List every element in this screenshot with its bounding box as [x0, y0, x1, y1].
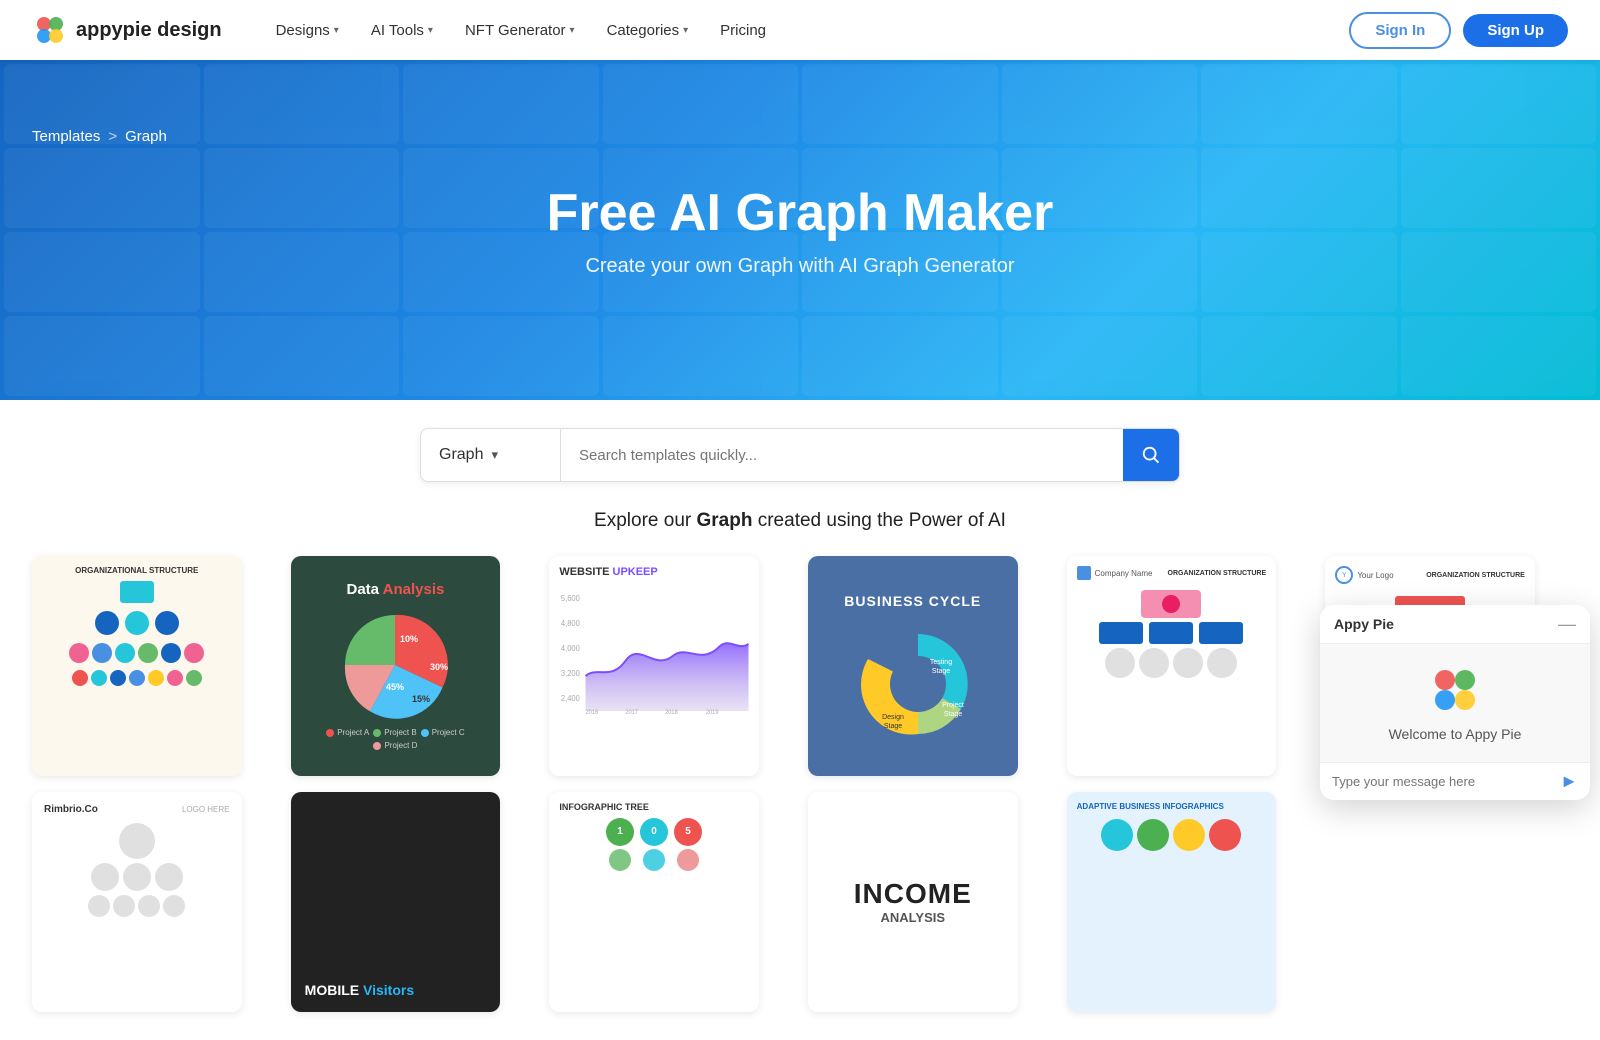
template-title: ORGANIZATIONAL STRUCTURE: [75, 566, 198, 575]
svg-text:2019: 2019: [706, 710, 719, 716]
pie-chart: 30% 15% 10% 45%: [340, 610, 450, 720]
breadcrumb-current: Graph: [125, 128, 167, 145]
hero-content: Free AI Graph Maker Create your own Grap…: [527, 163, 1074, 298]
chat-header: Appy Pie —: [1320, 605, 1590, 644]
template-card-rimbrio[interactable]: Rimbrio.Co LOGO HERE: [32, 792, 242, 1012]
signup-button[interactable]: Sign Up: [1463, 14, 1568, 47]
chat-title: Appy Pie: [1334, 616, 1394, 632]
svg-text:2,400: 2,400: [561, 694, 581, 703]
template-card-data-analysis[interactable]: Data Analysis 30% 15% 10% 45% Project A …: [291, 556, 501, 776]
chevron-down-icon: ▾: [428, 25, 433, 36]
svg-text:Stage: Stage: [932, 668, 950, 675]
hero-title: Free AI Graph Maker: [547, 183, 1054, 243]
chat-close-button[interactable]: —: [1558, 615, 1576, 633]
logo-icon: [32, 12, 68, 48]
pie-legend: Project A Project B Project C Project D: [305, 728, 487, 750]
nav-links: Designs ▾ AI Tools ▾ NFT Generator ▾ Cat…: [262, 14, 1350, 47]
svg-text:Stage: Stage: [944, 711, 962, 718]
template-card-adaptive-business[interactable]: ADAPTIVE BUSINESS INFOGRAPHICS: [1067, 792, 1277, 1012]
donut-chart: Testing Stage Project Stage Design Stage: [853, 619, 973, 739]
template-card-website-upkeep[interactable]: WEBSITE UPKEEP 5,600 4,800 4,000 3,200 2…: [549, 556, 759, 776]
search-icon: [1140, 444, 1162, 466]
nav-nft-generator[interactable]: NFT Generator ▾: [451, 14, 589, 47]
hero-section: Templates > Graph Free AI Graph Maker Cr…: [0, 60, 1600, 400]
chevron-down-icon: ▾: [334, 25, 339, 36]
search-bar: Graph ▾: [420, 428, 1180, 482]
nav-designs[interactable]: Designs ▾: [262, 14, 353, 47]
svg-text:Design: Design: [882, 714, 904, 721]
chat-input[interactable]: [1332, 774, 1552, 789]
svg-text:Testing: Testing: [930, 659, 952, 666]
nav-categories[interactable]: Categories ▾: [593, 14, 703, 47]
template-card-infographic-tree[interactable]: INFOGRAPHIC TREE 1 0 5: [549, 792, 759, 1012]
search-section: Graph ▾: [0, 400, 1600, 494]
explore-title: Explore our Graph created using the Powe…: [32, 510, 1568, 532]
chevron-down-icon: ▾: [570, 25, 575, 36]
logo-text: appypie design: [76, 19, 222, 42]
svg-text:2016: 2016: [586, 710, 599, 716]
chat-send-button[interactable]: ►: [1560, 771, 1578, 792]
template-card-org-structure-2[interactable]: Company Name ORGANIZATION STRUCTURE: [1067, 556, 1277, 776]
navbar: appypie design Designs ▾ AI Tools ▾ NFT …: [0, 0, 1600, 60]
logo[interactable]: appypie design: [32, 12, 222, 48]
send-icon: ►: [1560, 771, 1578, 791]
template-title: WEBSITE UPKEEP: [559, 566, 749, 578]
chevron-down-icon: ▾: [491, 447, 498, 463]
breadcrumb-templates[interactable]: Templates: [32, 128, 100, 145]
nav-actions: Sign In Sign Up: [1349, 12, 1568, 49]
svg-text:Stage: Stage: [884, 723, 902, 730]
svg-text:4,800: 4,800: [561, 619, 581, 628]
chat-logo: [1429, 664, 1481, 716]
svg-text:15%: 15%: [412, 694, 430, 704]
search-type-dropdown[interactable]: Graph ▾: [421, 429, 561, 481]
svg-text:45%: 45%: [386, 682, 404, 692]
nav-pricing[interactable]: Pricing: [706, 14, 780, 47]
signin-button[interactable]: Sign In: [1349, 12, 1451, 49]
svg-text:30%: 30%: [430, 662, 448, 672]
nav-ai-tools[interactable]: AI Tools ▾: [357, 14, 447, 47]
svg-text:3,200: 3,200: [561, 669, 581, 678]
svg-text:10%: 10%: [400, 634, 418, 644]
area-chart: 5,600 4,800 4,000 3,200 2,400: [559, 586, 749, 766]
template-card-business-cycle[interactable]: BUSINESS CYCLE: [808, 556, 1018, 776]
svg-text:2018: 2018: [665, 710, 678, 716]
chat-body: Welcome to Appy Pie: [1320, 644, 1590, 762]
template-card-mobile-visitors[interactable]: MOBILE Visitors: [291, 792, 501, 1012]
breadcrumb: Templates > Graph: [32, 128, 167, 145]
template-card-income-analysis[interactable]: INCOME ANALYSIS: [808, 792, 1018, 1012]
chat-input-area: ►: [1320, 762, 1590, 800]
chat-widget: Appy Pie — Welcome to Appy Pie ►: [1320, 605, 1590, 800]
template-title: BUSINESS CYCLE: [844, 593, 981, 609]
chat-welcome-text: Welcome to Appy Pie: [1389, 726, 1522, 742]
template-card-org-structure[interactable]: ORGANIZATIONAL STRUCTURE: [32, 556, 242, 776]
hero-subtitle: Create your own Graph with AI Graph Gene…: [547, 255, 1054, 278]
breadcrumb-separator: >: [108, 128, 117, 145]
svg-text:Project: Project: [942, 702, 964, 709]
search-button[interactable]: [1123, 429, 1179, 481]
chevron-down-icon: ▾: [683, 25, 688, 36]
org-chart: [42, 581, 232, 766]
search-type-label: Graph: [439, 446, 483, 464]
svg-text:2017: 2017: [626, 710, 639, 716]
template-title: MOBILE Visitors: [305, 982, 487, 998]
template-title: Data Analysis: [347, 581, 445, 598]
svg-text:5,600: 5,600: [561, 594, 581, 603]
svg-text:4,000: 4,000: [561, 644, 581, 653]
search-input[interactable]: [561, 429, 1123, 481]
